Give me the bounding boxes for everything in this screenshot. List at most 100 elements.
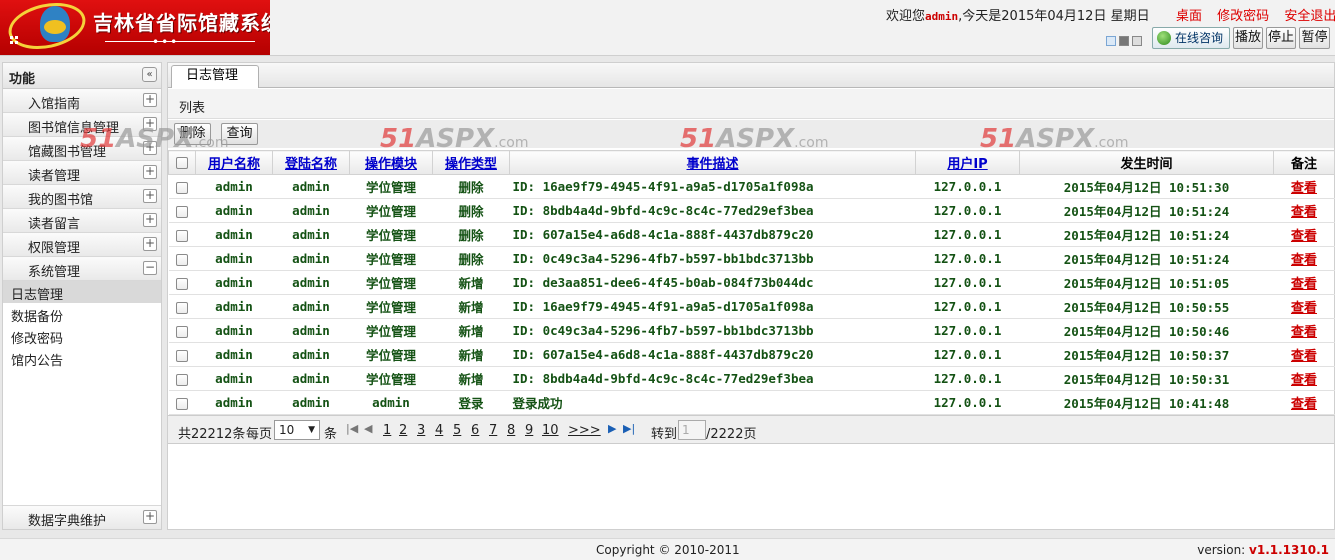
play-button[interactable]: 播放 [1233,27,1263,49]
expand-icon[interactable]: + [143,165,157,179]
sidebar-item-system[interactable]: 系统管理 − [3,257,161,281]
row-checkbox[interactable] [176,181,188,194]
row-checkbox[interactable] [176,301,188,314]
change-password-link[interactable]: 修改密码 [1217,9,1269,24]
row-checkbox[interactable] [176,349,188,362]
row-checkbox[interactable] [176,373,188,386]
sidebar-item-messages[interactable]: 读者留言 + [3,209,161,233]
cell-note: 查看 [1273,222,1335,247]
next-pages-link[interactable]: >>> [568,423,601,438]
page-link-9[interactable]: 9 [525,423,533,438]
row-checkbox[interactable] [176,325,188,338]
row-checkbox[interactable] [176,253,188,266]
expand-icon[interactable]: + [143,510,157,524]
view-link[interactable]: 查看 [1291,253,1317,268]
page-link-1[interactable]: 1 [383,423,391,438]
per-page-select[interactable]: 10 [274,420,320,440]
total-pages: /2222页 [706,427,757,442]
page-link-5[interactable]: 5 [453,423,461,438]
version-text: version: v1.1.1310.1 [1197,543,1329,557]
sort-event-link[interactable]: 事件描述 [686,157,738,172]
sort-ip-link[interactable]: 用户IP [947,157,987,172]
submenu-change-password[interactable]: 修改密码 [3,325,161,347]
row-checkbox[interactable] [176,397,188,410]
last-page-icon[interactable]: ▶| [623,422,635,435]
current-username: admin [925,10,959,23]
submenu-data-backup[interactable]: 数据备份 [3,303,161,325]
expand-icon[interactable]: + [143,237,157,251]
cell-time: 2015年04月12日 10:50:55 [1019,294,1274,319]
view-link[interactable]: 查看 [1291,349,1317,364]
welcome-text: 欢迎您admin,今天是2015年04月12日 星期日 [886,5,1150,24]
stop-button[interactable]: 停止 [1266,27,1296,49]
footer: Copyright © 2010-2011 version: v1.1.1310… [0,538,1335,560]
pause-button[interactable]: 暂停 [1299,27,1330,49]
sidebar-item-dictionary[interactable]: 数据字典维护 + [3,505,161,529]
logout-link[interactable]: 安全退出 [1284,9,1335,24]
sidebar-item-permissions[interactable]: 权限管理 + [3,233,161,257]
query-button[interactable]: 查询 [221,123,258,145]
expand-icon[interactable]: + [143,189,157,203]
sidebar-item-readers[interactable]: 读者管理 + [3,161,161,185]
page-link-4[interactable]: 4 [435,423,443,438]
sidebar-item-collection[interactable]: 馆藏图书管理 + [3,137,161,161]
expand-icon[interactable]: + [143,141,157,155]
cell-ip: 127.0.0.1 [915,342,1020,367]
cell-login: admin [272,270,350,295]
online-consult-button[interactable]: 在线咨询 [1152,27,1230,49]
sidebar-item-my-library[interactable]: 我的图书馆 + [3,185,161,209]
view-link[interactable]: 查看 [1291,277,1317,292]
tab-log-management[interactable]: 日志管理 [171,65,259,88]
page-link-2[interactable]: 2 [399,423,407,438]
expand-icon[interactable]: + [143,117,157,131]
welcome-date: ,今天是2015年04月12日 星期日 [958,9,1150,24]
expand-icon[interactable]: + [143,213,157,227]
sidebar-item-library-info[interactable]: 图书馆信息管理 + [3,113,161,137]
row-checkbox[interactable] [176,229,188,242]
submenu-announcements[interactable]: 馆内公告 [3,347,161,369]
cell-note: 查看 [1273,342,1335,367]
cell-module: 学位管理 [349,366,433,391]
skin-blue-swatch[interactable] [1106,35,1116,46]
page-link-8[interactable]: 8 [507,423,515,438]
row-select-cell [168,198,196,223]
first-page-icon[interactable]: |◀ [346,422,358,435]
cell-user: admin [195,294,273,319]
cell-module: 学位管理 [349,342,433,367]
collapse-sidebar-button[interactable]: « [142,67,157,82]
page-link-7[interactable]: 7 [489,423,497,438]
goto-page-input[interactable]: 1 [678,420,706,440]
sort-user-link[interactable]: 用户名称 [208,157,260,172]
sort-type-link[interactable]: 操作类型 [445,157,497,172]
page-link-6[interactable]: 6 [471,423,479,438]
view-link[interactable]: 查看 [1291,229,1317,244]
skin-light-swatch[interactable] [1132,35,1142,46]
cell-ip: 127.0.0.1 [915,366,1020,391]
delete-button[interactable]: 删除 [174,123,211,145]
prev-page-icon[interactable]: ◀ [364,422,372,435]
select-all-checkbox[interactable] [176,156,188,169]
sort-login-link[interactable]: 登陆名称 [285,157,337,172]
view-link[interactable]: 查看 [1291,301,1317,316]
sidebar-item-guide[interactable]: 入馆指南 + [3,89,161,113]
view-link[interactable]: 查看 [1291,205,1317,220]
view-link[interactable]: 查看 [1291,181,1317,196]
copyright-text: Copyright © 2010-2011 [596,543,740,557]
row-checkbox[interactable] [176,205,188,218]
page-link-3[interactable]: 3 [417,423,425,438]
view-link[interactable]: 查看 [1291,325,1317,340]
select-all-cell [168,150,196,175]
collapse-icon[interactable]: − [143,261,157,275]
page-link-10[interactable]: 10 [542,423,559,438]
next-page-icon[interactable]: ▶ [608,422,616,435]
row-checkbox[interactable] [176,277,188,290]
submenu-log-management[interactable]: 日志管理 [3,281,161,303]
desktop-link[interactable]: 桌面 [1176,9,1202,24]
cell-module: 学位管理 [349,198,433,223]
expand-icon[interactable]: + [143,93,157,107]
skin-gray-swatch[interactable] [1119,35,1129,46]
view-link[interactable]: 查看 [1291,373,1317,388]
view-link[interactable]: 查看 [1291,397,1317,412]
sort-module-link[interactable]: 操作模块 [365,157,417,172]
online-consult-icon [1157,31,1171,45]
